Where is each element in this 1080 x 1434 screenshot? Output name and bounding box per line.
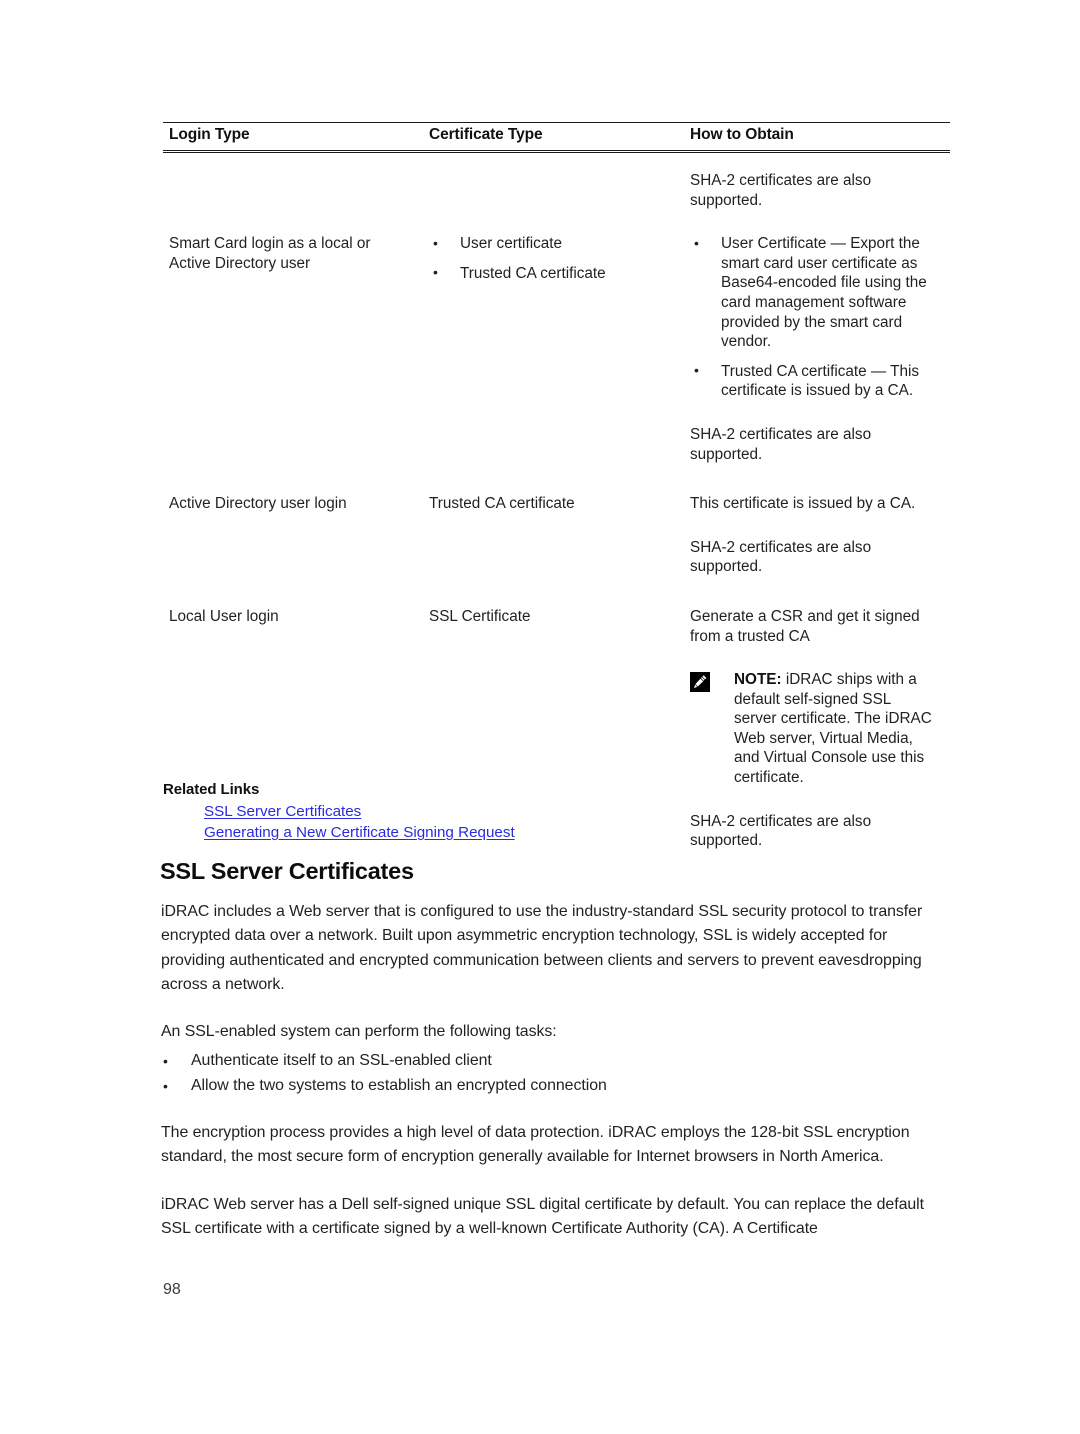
document-page: Login Type Certificate Type How to Obtai… — [0, 0, 1080, 1434]
how-to-obtain-text: This certificate is issued by a CA. — [690, 495, 916, 513]
certificate-type-bullet-list: • User certificate • Trusted CA certific… — [429, 234, 670, 283]
cell-how-to-obtain: • User Certificate — Export the smart ca… — [684, 234, 950, 494]
list-item: • User Certificate — Export the smart ca… — [690, 234, 936, 352]
cell-how-to-obtain-continuation: SHA-2 certificates are also supported. — [684, 152, 950, 235]
cell-certificate-type-empty — [423, 152, 684, 235]
cell-login-type: Active Directory user login — [169, 495, 347, 513]
bullet-glyph: • — [433, 264, 438, 281]
related-link-ssl-server-certificates[interactable]: SSL Server Certificates — [204, 801, 953, 822]
cell-login-type: Smart Card login as a local or Active Di… — [169, 235, 371, 272]
cell-how-to-obtain: This certificate is issued by a CA. SHA-… — [684, 494, 950, 607]
how-to-obtain-text: Generate a CSR and get it signed from a … — [690, 607, 920, 645]
note-pencil-icon — [690, 672, 710, 693]
table-row: Smart Card login as a local or Active Di… — [163, 234, 950, 494]
related-link-generating-a-new-certificate-signing-request[interactable]: Generating a New Certificate Signing Req… — [204, 822, 953, 843]
note-callout: NOTE: iDRAC ships with a default self-si… — [690, 670, 936, 788]
column-header-certificate-type: Certificate Type — [423, 122, 684, 153]
cell-certificate-type: Trusted CA certificate — [429, 495, 575, 513]
related-links-title: Related Links — [163, 781, 260, 798]
body-paragraph-3: The encryption process provides a high l… — [161, 1124, 910, 1166]
sha2-note: SHA-2 certificates are also supported. — [690, 425, 872, 463]
page-title: SSL Server Certificates — [160, 858, 414, 884]
section-body: iDRAC includes a Web server that is conf… — [161, 900, 941, 1264]
list-item-label: Trusted CA certificate — [460, 264, 606, 282]
sha2-note: SHA-2 certificates are also supported. — [690, 538, 872, 576]
list-item-label: User Certificate — Export the smart card… — [721, 235, 927, 351]
related-links-section: Related Links SSL Server Certificates Ge… — [163, 781, 953, 843]
bullet-glyph: • — [163, 1053, 168, 1070]
sha2-note-continuation: SHA-2 certificates are also supported. — [690, 172, 872, 209]
bullet-glyph: • — [694, 362, 699, 379]
table-row-continuation: SHA-2 certificates are also supported. — [163, 152, 950, 235]
how-to-obtain-bullet-list: • User Certificate — Export the smart ca… — [690, 234, 936, 401]
list-item-label: Trusted CA certificate — This certificat… — [721, 362, 920, 400]
body-paragraph-4: iDRAC Web server has a Dell self-signed … — [161, 1195, 924, 1237]
bullet-glyph: • — [694, 234, 699, 251]
column-header-how-to-obtain: How to Obtain — [684, 122, 950, 153]
bullet-glyph: • — [433, 234, 438, 251]
table-header-row: Login Type Certificate Type How to Obtai… — [163, 122, 950, 153]
body-paragraph-1: iDRAC includes a Web server that is conf… — [161, 903, 923, 993]
note-text: iDRAC ships with a default self-signed S… — [734, 671, 932, 787]
certificate-requirements-table: Login Type Certificate Type How to Obtai… — [163, 122, 950, 851]
table-row: Active Directory user login Trusted CA c… — [163, 494, 950, 607]
list-item: • Trusted CA certificate — [429, 264, 670, 284]
note-label: NOTE: — [734, 671, 782, 689]
body-paragraph-2: An SSL-enabled system can perform the fo… — [161, 1023, 557, 1041]
cell-certificate-type: • User certificate • Trusted CA certific… — [423, 234, 684, 494]
list-item: • Trusted CA certificate — This certific… — [690, 362, 936, 401]
list-item: • Allow the two systems to establish an … — [161, 1074, 941, 1098]
list-item: • User certificate — [429, 234, 670, 254]
column-header-login-type: Login Type — [163, 122, 423, 153]
list-item: • Authenticate itself to an SSL-enabled … — [161, 1049, 941, 1073]
page-number: 98 — [163, 1281, 181, 1298]
list-item-label: Allow the two systems to establish an en… — [191, 1076, 607, 1094]
list-item-label: User certificate — [460, 235, 563, 253]
cell-login-type-empty — [163, 152, 423, 235]
tasks-bullet-list: • Authenticate itself to an SSL-enabled … — [161, 1049, 941, 1098]
bullet-glyph: • — [163, 1077, 168, 1094]
list-item-label: Authenticate itself to an SSL-enabled cl… — [191, 1052, 492, 1070]
